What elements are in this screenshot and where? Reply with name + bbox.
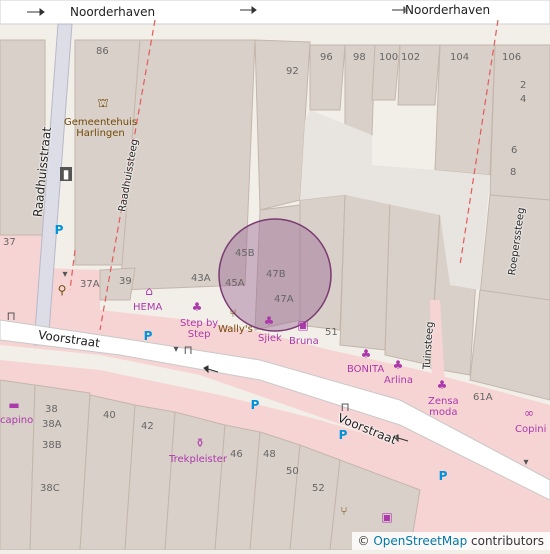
house-number: 47A [274,294,294,305]
map-attribution[interactable]: © OpenStreetMap contributors [351,532,550,550]
house-number: 38A [42,419,62,430]
clothes-shop-icon[interactable]: ♣ [391,358,405,372]
house-number: 100 [379,52,399,63]
bicycle-parking-icon[interactable]: P [141,329,155,343]
openstreetmap-link[interactable]: OpenStreetMap [373,534,467,548]
house-number: 45A [225,278,245,289]
house-number: 37 [3,237,16,248]
bicycle-parking-icon[interactable]: P [248,398,262,412]
poi-label-arlina[interactable]: Arlina [384,375,413,386]
house-number: 48 [263,449,276,460]
house-number: 8 [510,167,517,178]
street-label-noorderhaven: Noorderhaven [70,5,156,19]
house-number: 38B [42,440,62,451]
optician-icon[interactable]: ∞ [522,406,536,420]
house-number: 4 [520,94,527,105]
chemist-icon[interactable]: ⚱ [193,436,207,450]
building [339,194,391,351]
book-shop-icon[interactable]: ▣ [296,318,310,332]
house-number: 38 [45,404,58,415]
bicycle-parking-icon[interactable]: P [52,223,66,237]
clothes-shop-icon[interactable]: ♣ [190,300,204,314]
building [434,44,496,176]
restaurant-icon[interactable]: ⑂ [226,306,240,320]
bicycle-parking-icon[interactable]: P [436,469,450,483]
house-number: 98 [353,52,366,63]
bench-icon[interactable]: ⊓ [4,309,18,323]
townhall-icon[interactable]: ⛫ [96,96,110,110]
poi-label-bonita[interactable]: BONITA [347,364,384,375]
house-number: 106 [502,52,522,63]
house-number: 39 [119,276,132,287]
house-number: 37A [80,279,100,290]
house-number: 61A [473,392,493,403]
clothes-shop-icon[interactable]: ♣ [359,347,373,361]
poi-label-zensa-moda[interactable]: Zensa moda [428,396,459,418]
building [164,411,226,551]
house-number: 50 [286,466,299,477]
clothes-shop-icon[interactable]: ♣ [262,314,276,328]
attribution-suffix: contributors [471,534,544,548]
department-store-icon[interactable]: ⌂ [142,284,156,298]
poi-label-sjiek[interactable]: Sjiek [258,333,282,344]
house-number: 2 [520,80,527,91]
poi-label-hema[interactable]: HEMA [133,302,162,313]
bench-icon[interactable]: ⊓ [181,343,195,357]
poi-label-copini[interactable]: Copini [515,424,546,435]
drinking-water-icon[interactable]: ⚲ [55,283,69,297]
poi-label-wallys[interactable]: Wally's [218,324,253,335]
house-number: 38C [40,483,60,494]
restaurant-icon[interactable]: ⑂ [337,504,351,518]
post-box-icon[interactable]: ▮ [60,167,72,181]
house-number: 40 [103,410,116,421]
house-number: 42 [141,421,154,432]
house-number: 46 [230,449,243,460]
poi-label-kapino[interactable]: capino [0,415,33,426]
poi-label-step-by-step[interactable]: Step by Step [180,318,218,340]
bench-icon[interactable]: ⊓ [338,400,352,414]
house-number: 96 [320,52,333,63]
copyright-symbol: © [357,534,370,548]
poi-label-trekpleister[interactable]: Trekpleister [169,454,227,465]
waste-basket-icon[interactable]: ▾ [519,456,533,470]
waste-basket-icon[interactable]: ▾ [58,268,72,282]
house-number: 47B [266,269,286,280]
house-number: 52 [312,483,325,494]
building [29,384,91,551]
house-number: 43A [191,273,211,284]
poi-label-gemeentehuis[interactable]: Gemeentehuis Harlingen [64,117,137,139]
shoe-shop-icon[interactable]: ▬ [7,398,21,412]
house-number: 6 [511,145,518,156]
house-number: 104 [450,52,470,63]
house-number: 102 [401,52,421,63]
clothes-shop-icon[interactable]: ♣ [435,378,449,392]
building [469,289,550,401]
book-shop-icon[interactable]: ▣ [380,510,394,524]
house-number: 45B [235,248,255,259]
street-label-noorderhaven: Noorderhaven [405,3,491,17]
house-number: 92 [286,66,299,77]
building [489,44,550,201]
house-number: 51 [325,327,338,338]
house-number: 86 [96,46,109,57]
bicycle-parking-icon[interactable]: P [336,428,350,442]
poi-label-bruna[interactable]: Bruna [289,336,319,347]
